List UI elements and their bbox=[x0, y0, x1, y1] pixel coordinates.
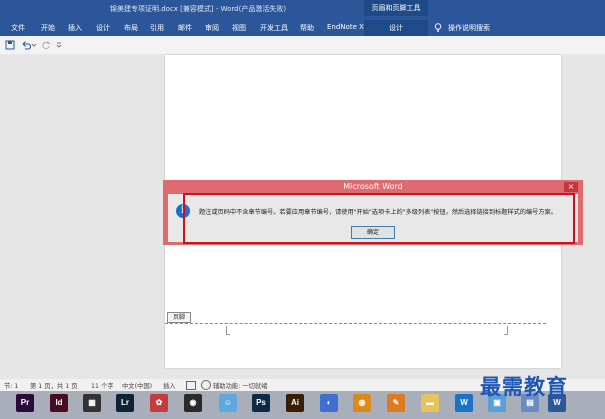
highlight-box bbox=[183, 193, 575, 244]
context-tool-group-label: 页眉和页脚工具 bbox=[364, 0, 428, 16]
tell-me-search[interactable]: 操作说明搜索 bbox=[448, 23, 490, 33]
tab-home[interactable]: 开始 bbox=[41, 23, 55, 33]
wps-icon[interactable]: W bbox=[455, 394, 473, 412]
margin-mark-right bbox=[504, 326, 508, 335]
tab-design[interactable]: 设计 bbox=[96, 23, 110, 33]
dialog-title: Microsoft Word bbox=[343, 182, 403, 191]
watermark-text: 最需教育 bbox=[480, 374, 568, 399]
tab-mailings[interactable]: 邮件 bbox=[178, 23, 192, 33]
paint-icon[interactable]: ✎ bbox=[387, 394, 405, 412]
tab-references[interactable]: 引用 bbox=[150, 23, 164, 33]
tab-review[interactable]: 审阅 bbox=[205, 23, 219, 33]
qq-icon[interactable]: ◉ bbox=[184, 394, 202, 412]
browser-icon[interactable]: ◐ bbox=[320, 394, 338, 412]
status-insert-mode[interactable]: 插入 bbox=[163, 381, 176, 390]
macro-record-icon[interactable] bbox=[186, 381, 196, 390]
status-page[interactable]: 第 1 页，共 1 页 bbox=[30, 381, 78, 390]
tab-header-footer-design-label: 设计 bbox=[389, 24, 403, 32]
finder-icon[interactable]: ☺ bbox=[219, 394, 237, 412]
footer-tag: 页脚 bbox=[167, 312, 191, 323]
accessibility-icon[interactable] bbox=[201, 380, 211, 390]
status-section[interactable]: 节: 1 bbox=[4, 381, 18, 390]
customize-toolbar-icon[interactable] bbox=[56, 40, 62, 50]
window-title: 锦美建专项证明.docx [兼容模式] - Word(产品激活失败) bbox=[110, 5, 287, 13]
film-app-icon[interactable]: ▦ bbox=[83, 394, 101, 412]
status-language[interactable]: 中文(中国) bbox=[122, 381, 152, 390]
undo-icon[interactable] bbox=[21, 40, 31, 50]
redo-icon[interactable] bbox=[41, 40, 51, 50]
tab-header-footer-design[interactable]: 设计 bbox=[364, 20, 428, 36]
status-word-count[interactable]: 11 个字 bbox=[91, 381, 114, 390]
lightroom-icon[interactable]: Lr bbox=[116, 394, 134, 412]
margin-mark-left bbox=[226, 326, 230, 335]
tab-insert[interactable]: 插入 bbox=[68, 23, 82, 33]
lightbulb-icon bbox=[434, 23, 442, 32]
tab-help[interactable]: 帮助 bbox=[300, 23, 314, 33]
tab-file[interactable]: 文件 bbox=[11, 23, 25, 33]
save-icon[interactable] bbox=[5, 40, 15, 50]
footer-boundary bbox=[165, 323, 546, 324]
tab-endnote[interactable]: EndNote X8 bbox=[327, 23, 368, 31]
premiere-icon[interactable]: Pr bbox=[16, 394, 34, 412]
photo-app-icon[interactable]: ✿ bbox=[150, 394, 168, 412]
ribbon-tab-bar: 文件 开始 插入 设计 布局 引用 邮件 审阅 视图 开发工具 帮助 EndNo… bbox=[0, 20, 605, 36]
dialog-close-button[interactable]: × bbox=[564, 182, 578, 192]
photoshop-icon[interactable]: Ps bbox=[252, 394, 270, 412]
status-accessibility[interactable]: 辅助功能: 一切就绪 bbox=[213, 381, 268, 390]
quick-access-toolbar bbox=[0, 36, 605, 54]
tab-developer[interactable]: 开发工具 bbox=[260, 23, 288, 33]
folder-icon[interactable]: ▬ bbox=[421, 394, 439, 412]
title-bar bbox=[0, 0, 605, 20]
chrome-icon[interactable]: ◍ bbox=[353, 394, 371, 412]
illustrator-icon[interactable]: Ai bbox=[286, 394, 304, 412]
tab-layout[interactable]: 布局 bbox=[124, 23, 138, 33]
indesign-icon[interactable]: Id bbox=[50, 394, 68, 412]
tab-view[interactable]: 视图 bbox=[232, 23, 246, 33]
undo-dropdown-chevron-icon[interactable] bbox=[31, 40, 37, 50]
